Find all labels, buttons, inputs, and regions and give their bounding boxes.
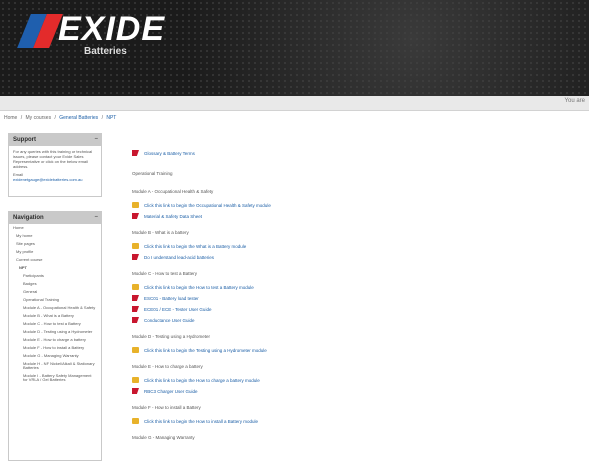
breadcrumb-general-batteries[interactable]: General Batteries [59, 115, 98, 121]
pdf-icon [132, 295, 139, 301]
site-header: EXIDE Batteries [0, 0, 589, 96]
nav-item[interactable]: Current course [13, 258, 97, 262]
section-heading-text: Module B - What is a battery [132, 230, 189, 235]
nav-item[interactable]: General [13, 290, 97, 294]
top-bar: You are [0, 96, 589, 111]
navigation-block: Navigation – Home My home Site pages My … [8, 211, 102, 461]
navigation-tree: Home My home Site pages My profile Curre… [9, 224, 101, 388]
breadcrumb: Home / My courses / General Batteries / … [4, 115, 117, 121]
breadcrumb-my-courses[interactable]: My courses [26, 115, 52, 121]
nav-item[interactable]: Module F - How to install a Battery [13, 346, 97, 350]
navigation-header: Navigation – [9, 212, 101, 224]
nav-item[interactable]: My profile [13, 250, 97, 254]
pdf-icon [132, 388, 139, 394]
nav-item[interactable]: Home [13, 226, 97, 230]
section-heading-text: Module A - Occupational Health & Safety [132, 189, 214, 194]
section-heading-text: Module F - How to install a Battery [132, 405, 201, 410]
scorm-package-icon [132, 377, 139, 383]
nav-item[interactable]: Module A - Occupational Health & Safety [13, 306, 97, 310]
pdf-icon [132, 213, 139, 219]
scorm-package-icon [132, 284, 139, 290]
activity-link-text[interactable]: Click this link to begin the Occupationa… [144, 203, 271, 208]
pdf-icon [132, 150, 139, 156]
section-heading-text: Module D - Testing using a Hydrometer [132, 334, 210, 339]
support-block: Support – For any queries with this trai… [8, 133, 102, 197]
nav-item[interactable]: Module D - Testing using a Hydrometer [13, 330, 97, 334]
exide-logo[interactable]: EXIDE Batteries [14, 10, 164, 60]
activity-link-text[interactable]: Click this link to begin the Testing usi… [144, 348, 267, 353]
login-info: You are [564, 98, 585, 104]
activity-link-text[interactable]: Material & Safety Data Sheet [144, 214, 202, 219]
breadcrumb-npt[interactable]: NPT [106, 115, 116, 121]
scorm-package-icon [132, 243, 139, 249]
pdf-icon [132, 317, 139, 323]
collapse-icon[interactable]: – [95, 214, 98, 220]
nav-item[interactable]: Operational Training [13, 298, 97, 302]
nav-item[interactable]: Module H - NF Nickel/Alkali & Stationary… [13, 362, 97, 370]
navigation-title: Navigation [13, 215, 44, 221]
collapse-icon[interactable]: – [95, 136, 98, 142]
section-heading-text: Operational Training [132, 171, 173, 176]
breadcrumb-home[interactable]: Home [4, 115, 17, 121]
activity-link-text[interactable]: RBC3 Charger User Guide [144, 389, 198, 394]
logo-subtitle: Batteries [84, 46, 127, 57]
nav-item[interactable]: Module I - Battery Safety Management for… [13, 374, 97, 382]
nav-item[interactable]: Participants [13, 274, 97, 278]
support-header: Support – [9, 134, 101, 146]
nav-item[interactable]: Module B - What is a Battery [13, 314, 97, 318]
pdf-icon [132, 254, 139, 260]
nav-item[interactable]: Site pages [13, 242, 97, 246]
activity-link-text[interactable]: Click this link to begin the How to char… [144, 378, 260, 383]
scorm-package-icon [132, 418, 139, 424]
activity-link-text[interactable]: Click this link to begin the How to test… [144, 285, 254, 290]
pdf-icon [132, 306, 139, 312]
nav-item[interactable]: Module G - Managing Warranty [13, 354, 97, 358]
nav-item[interactable]: Module C - How to test a Battery [13, 322, 97, 326]
nav-item[interactable]: Badges [13, 282, 97, 286]
activity-link-text[interactable]: ECE01 / ECE - Tester User Guide [144, 307, 211, 312]
scorm-package-icon [132, 202, 139, 208]
support-text: For any queries with this training or te… [13, 149, 93, 169]
scorm-package-icon [132, 347, 139, 353]
support-email-link[interactable]: exidenetgauge@exidebatteries.com.au [13, 177, 97, 182]
section-heading-text: Module E - How to charge a battery [132, 364, 203, 369]
activity-link-text[interactable]: Conductance User Guide [144, 318, 195, 323]
section-heading-text: Module C - How to test a Battery [132, 271, 198, 276]
nav-item[interactable]: My home [13, 234, 97, 238]
nav-item[interactable]: Module E - How to charge a battery [13, 338, 97, 342]
activity-link-text[interactable]: Click this link to begin the How to inst… [144, 419, 258, 424]
activity-link-text[interactable]: Do I understand lead-acid batteries [144, 255, 214, 260]
activity-link-text[interactable]: Glossary & Battery Terms [144, 151, 195, 156]
support-title: Support [13, 137, 36, 143]
logo-wordmark: EXIDE [58, 10, 166, 48]
nav-item-active[interactable]: NPT [13, 266, 97, 270]
support-body: For any queries with this training or te… [9, 146, 101, 185]
section-heading-text: Module G - Managing Warranty [132, 435, 195, 440]
activity-link-text[interactable]: ESC01 - Battery load tester [144, 296, 199, 301]
activity-link-text[interactable]: Click this link to begin the What is a B… [144, 244, 246, 249]
